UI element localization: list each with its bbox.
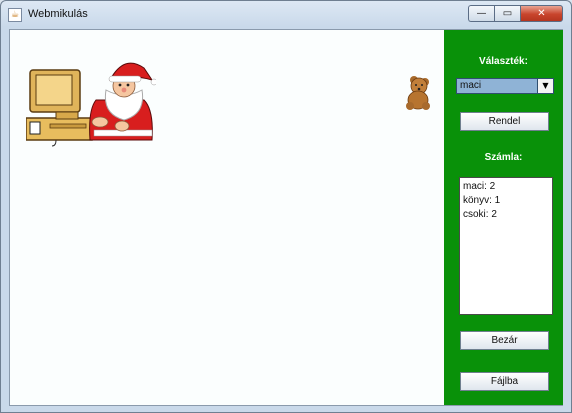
window-title: Webmikulás xyxy=(28,8,88,20)
order-button[interactable]: Rendel xyxy=(460,112,549,131)
list-item: csoki: 2 xyxy=(463,209,497,220)
maximize-button[interactable]: ▭ xyxy=(494,5,520,22)
save-to-file-button[interactable]: Fájlba xyxy=(460,372,549,391)
chevron-down-icon[interactable]: ▼ xyxy=(537,79,553,93)
java-icon: ☕ xyxy=(8,8,22,22)
title-bar: ☕ Webmikulás — ▭ ✕ xyxy=(1,1,571,27)
minimize-button[interactable]: — xyxy=(468,5,494,22)
close-window-button[interactable]: ✕ xyxy=(520,5,563,22)
main-canvas: Választék: maci ▼ Rendel Számla: maci: 2… xyxy=(9,29,563,406)
list-item: könyv: 1 xyxy=(463,195,501,206)
bill-list[interactable]: maci: 2 könyv: 1 csoki: 2 xyxy=(459,177,553,315)
close-button[interactable]: Bezár xyxy=(460,331,549,350)
product-combobox[interactable]: maci ▼ xyxy=(456,78,554,94)
bill-label: Számla: xyxy=(484,152,523,163)
teddy-bear-icon xyxy=(406,76,430,110)
combobox-value: maci xyxy=(460,80,482,91)
app-window: ☕ Webmikulás — ▭ ✕ Választék: maci ▼ Ren… xyxy=(0,0,572,413)
control-panel: Választék: maci ▼ Rendel Számla: maci: 2… xyxy=(444,30,563,405)
choice-label: Választék: xyxy=(479,56,528,67)
list-item: maci: 2 xyxy=(463,181,496,192)
santa-at-computer-image xyxy=(26,62,156,147)
